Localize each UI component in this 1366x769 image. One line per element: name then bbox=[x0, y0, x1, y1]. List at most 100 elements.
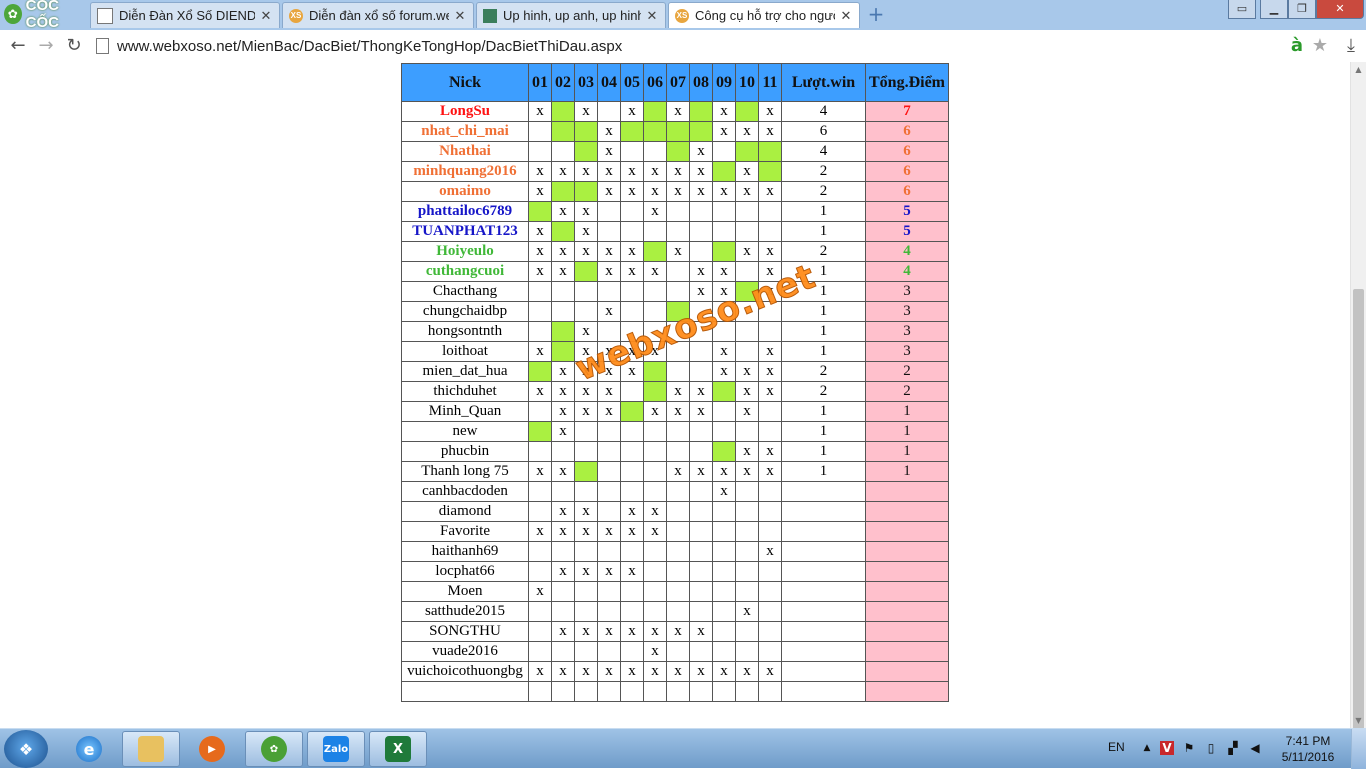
pick-cell: x bbox=[712, 341, 736, 362]
stats-table: Nick 01 02 03 04 05 06 07 08 09 10 11 Lượt.win Tổng.Đ… bbox=[401, 63, 949, 702]
pick-cell: x bbox=[735, 161, 759, 182]
empty-cell bbox=[551, 481, 575, 502]
nick-cell: cuthangcuoi bbox=[401, 261, 529, 282]
empty-cell bbox=[643, 441, 667, 462]
pick-cell: x bbox=[643, 201, 667, 222]
tab-forum[interactable]: XS Diễn đàn xổ số forum.web ✕ bbox=[282, 2, 474, 28]
bookmark-star-icon[interactable]: ★ bbox=[1309, 35, 1331, 57]
minimize-icon[interactable]: ▁ bbox=[1260, 0, 1288, 19]
pick-cell: x bbox=[712, 661, 736, 682]
empty-cell bbox=[528, 281, 552, 302]
win-cell bbox=[528, 361, 552, 382]
url-text: www.webxoso.net/MienBac/DacBiet/ThongKeT… bbox=[117, 37, 623, 55]
pick-cell: x bbox=[551, 361, 575, 382]
system-clock[interactable]: 7:41 PM 5/11/2016 bbox=[1278, 733, 1338, 765]
pick-cell: x bbox=[574, 501, 598, 522]
wins-cell bbox=[781, 501, 866, 522]
close-window-icon[interactable]: ✕ bbox=[1316, 0, 1364, 19]
maximize-icon[interactable]: ❐ bbox=[1288, 0, 1316, 19]
address-bar[interactable]: www.webxoso.net/MienBac/DacBiet/ThongKeT… bbox=[96, 33, 1336, 59]
empty-cell bbox=[689, 581, 713, 602]
action-center-flag-icon[interactable]: ⚑ bbox=[1182, 741, 1196, 755]
user-menu-icon[interactable]: ▭ bbox=[1228, 0, 1256, 19]
empty-cell bbox=[758, 621, 782, 642]
close-tab-icon[interactable]: ✕ bbox=[259, 8, 273, 24]
network-signal-icon[interactable]: ▞ bbox=[1226, 741, 1240, 755]
points-cell: 6 bbox=[865, 121, 949, 142]
empty-cell bbox=[551, 281, 575, 302]
empty-cell bbox=[528, 621, 552, 642]
tab-title: Up hinh, up anh, up hinh r bbox=[503, 8, 641, 23]
header-round-11: 11 bbox=[758, 63, 782, 102]
nick-cell: canhbacdoden bbox=[401, 481, 529, 502]
pick-cell: x bbox=[666, 661, 690, 682]
tab-congcu[interactable]: XS Công cụ hỗ trợ cho người ✕ bbox=[668, 2, 860, 28]
start-button[interactable]: ❖ bbox=[4, 730, 48, 768]
media-player-icon[interactable]: ▶ bbox=[183, 731, 241, 767]
excel-icon[interactable]: X bbox=[369, 731, 427, 767]
scroll-down-icon[interactable]: ▼ bbox=[1351, 713, 1366, 728]
empty-cell bbox=[712, 681, 736, 702]
back-arrow-icon[interactable]: ← bbox=[6, 34, 30, 58]
coccoc-browser-icon[interactable]: ✿ bbox=[245, 731, 303, 767]
close-tab-icon[interactable]: ✕ bbox=[839, 8, 853, 24]
empty-cell bbox=[574, 581, 598, 602]
nick-cell: loithoat bbox=[401, 341, 529, 362]
typing-tool-icon[interactable]: à bbox=[1286, 35, 1308, 57]
empty-cell bbox=[597, 281, 621, 302]
table-row: Favorite x x x x x x bbox=[401, 521, 949, 542]
points-cell bbox=[865, 501, 949, 522]
empty-cell bbox=[551, 141, 575, 162]
empty-cell bbox=[735, 221, 759, 242]
empty-cell bbox=[620, 581, 644, 602]
empty-cell bbox=[735, 621, 759, 642]
wins-cell: 2 bbox=[781, 361, 866, 382]
tab-diendan[interactable]: Diễn Đàn Xổ Số DIENDAN ✕ bbox=[90, 2, 280, 28]
nick-cell: phattailoc6789 bbox=[401, 201, 529, 222]
pick-cell: x bbox=[643, 641, 667, 662]
battery-icon[interactable]: ▯ bbox=[1204, 741, 1218, 755]
wins-cell: 1 bbox=[781, 321, 866, 342]
reload-icon[interactable]: ↻ bbox=[62, 34, 86, 58]
empty-cell bbox=[574, 421, 598, 442]
scroll-up-icon[interactable]: ▲ bbox=[1351, 62, 1366, 77]
points-cell: 3 bbox=[865, 321, 949, 342]
empty-cell bbox=[666, 601, 690, 622]
pick-cell: x bbox=[620, 181, 644, 202]
empty-cell bbox=[643, 601, 667, 622]
scroll-thumb[interactable] bbox=[1353, 289, 1364, 735]
empty-cell bbox=[758, 481, 782, 502]
internet-explorer-icon[interactable]: e bbox=[60, 731, 118, 767]
close-tab-icon[interactable]: ✕ bbox=[645, 8, 659, 24]
vertical-scrollbar[interactable]: ▲ ▼ bbox=[1350, 62, 1366, 735]
antivirus-icon[interactable]: V bbox=[1160, 741, 1174, 755]
empty-cell bbox=[620, 301, 644, 322]
zalo-icon[interactable]: Zalo bbox=[307, 731, 365, 767]
file-manager-icon[interactable] bbox=[122, 731, 180, 767]
empty-cell bbox=[620, 681, 644, 702]
empty-cell bbox=[712, 221, 736, 242]
empty-cell bbox=[689, 541, 713, 562]
empty-cell bbox=[574, 441, 598, 462]
empty-cell bbox=[620, 541, 644, 562]
empty-cell bbox=[551, 581, 575, 602]
table-row: Moen x bbox=[401, 581, 949, 602]
wins-cell: 1 bbox=[781, 441, 866, 462]
show-desktop-button[interactable] bbox=[1351, 729, 1366, 769]
pick-cell: x bbox=[528, 161, 552, 182]
show-hidden-icons-icon[interactable]: ▲ bbox=[1140, 741, 1154, 755]
points-cell: 3 bbox=[865, 281, 949, 302]
download-icon[interactable]: ⤓ bbox=[1340, 35, 1362, 57]
forward-arrow-icon[interactable]: → bbox=[34, 34, 58, 58]
table-row: mien_dat_hua x x x x x x x 2 2 bbox=[401, 361, 949, 382]
new-tab-icon[interactable]: + bbox=[866, 4, 886, 24]
empty-cell bbox=[666, 521, 690, 542]
tab-uphinh[interactable]: Up hinh, up anh, up hinh r ✕ bbox=[476, 2, 666, 28]
coccoc-logo[interactable]: ✿ CỐC CỐC bbox=[0, 0, 88, 31]
nick-cell: mien_dat_hua bbox=[401, 361, 529, 382]
points-cell: 2 bbox=[865, 361, 949, 382]
language-indicator[interactable]: EN bbox=[1108, 740, 1125, 754]
empty-cell bbox=[620, 221, 644, 242]
close-tab-icon[interactable]: ✕ bbox=[453, 8, 467, 24]
volume-icon[interactable]: ◀ bbox=[1248, 741, 1262, 755]
